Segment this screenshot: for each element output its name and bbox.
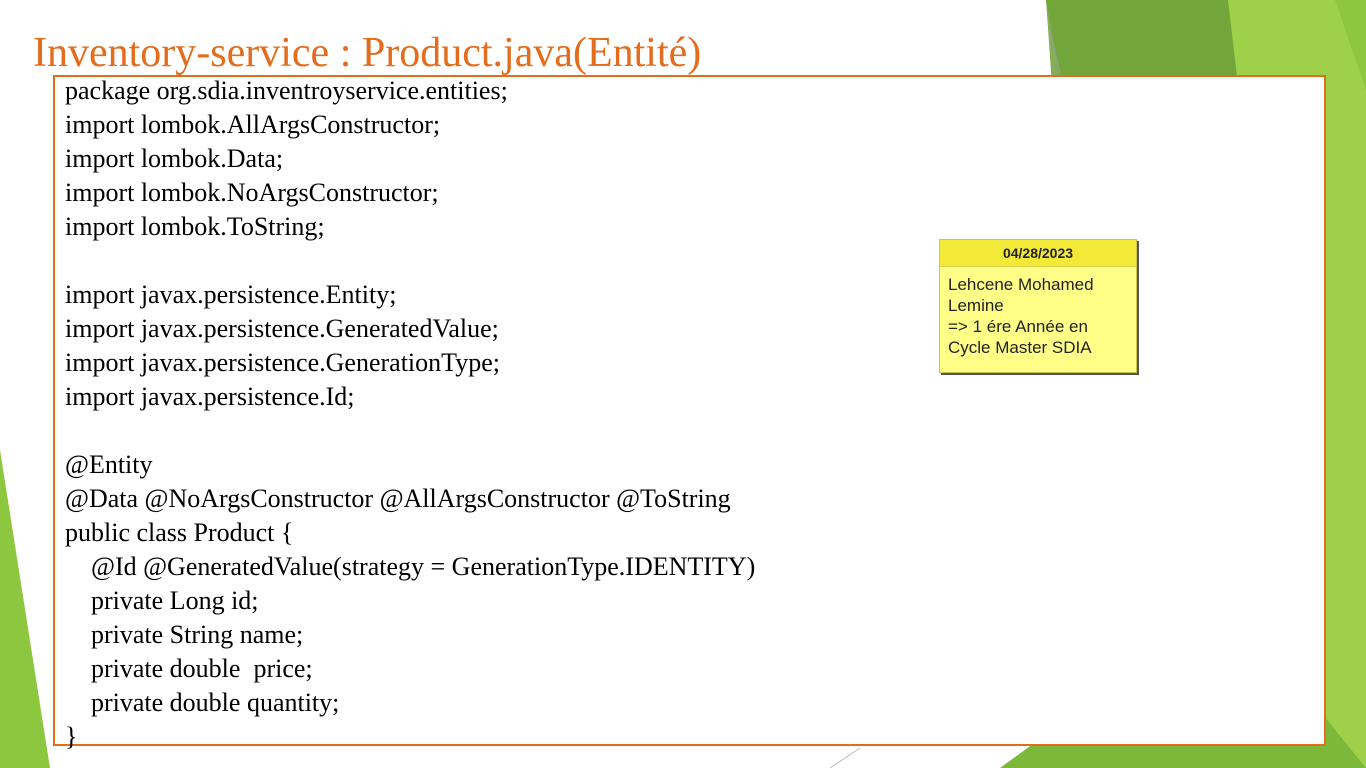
code-line: private double quantity; (65, 688, 340, 717)
slide-title: Inventory-service : Product.java(Entité) (33, 30, 702, 76)
code-line: @Id @GeneratedValue(strategy = Generatio… (65, 552, 756, 581)
code-line: import lombok.ToString; (65, 212, 325, 241)
code-line: import lombok.AllArgsConstructor; (65, 110, 441, 139)
code-line: private Long id; (65, 586, 259, 615)
code-line: public class Product { (65, 518, 294, 547)
sticky-note-line: Cycle Master SDIA (948, 338, 1092, 357)
sticky-note-line: Lemine (948, 296, 1004, 315)
sticky-note-line: => 1 ére Année en (948, 317, 1088, 336)
sticky-note-body: Lehcene Mohamed Lemine => 1 ére Année en… (940, 267, 1136, 358)
code-line: } (65, 722, 78, 751)
code-line: package org.sdia.inventroyservice.entiti… (65, 76, 508, 105)
code-listing: package org.sdia.inventroyservice.entiti… (65, 74, 755, 754)
code-line: private String name; (65, 620, 304, 649)
green-facet-left (0, 450, 50, 768)
code-line: import javax.persistence.GeneratedValue; (65, 314, 499, 343)
code-box: package org.sdia.inventroyservice.entiti… (53, 75, 1326, 751)
code-line: import javax.persistence.Id; (65, 382, 355, 411)
code-line: private double price; (65, 654, 313, 683)
code-line: import lombok.Data; (65, 144, 284, 173)
thin-accent-line-bottom (829, 747, 861, 768)
sticky-note-line: Lehcene Mohamed (948, 275, 1094, 294)
sticky-note-date: 04/28/2023 (940, 240, 1136, 267)
code-line: import lombok.NoArgsConstructor; (65, 178, 439, 207)
code-line: @Data @NoArgsConstructor @AllArgsConstru… (65, 484, 731, 513)
code-line: import javax.persistence.GenerationType; (65, 348, 500, 377)
code-line: @Entity (65, 450, 153, 479)
sticky-note[interactable]: 04/28/2023 Lehcene Mohamed Lemine => 1 é… (939, 239, 1137, 373)
code-line: import javax.persistence.Entity; (65, 280, 397, 309)
